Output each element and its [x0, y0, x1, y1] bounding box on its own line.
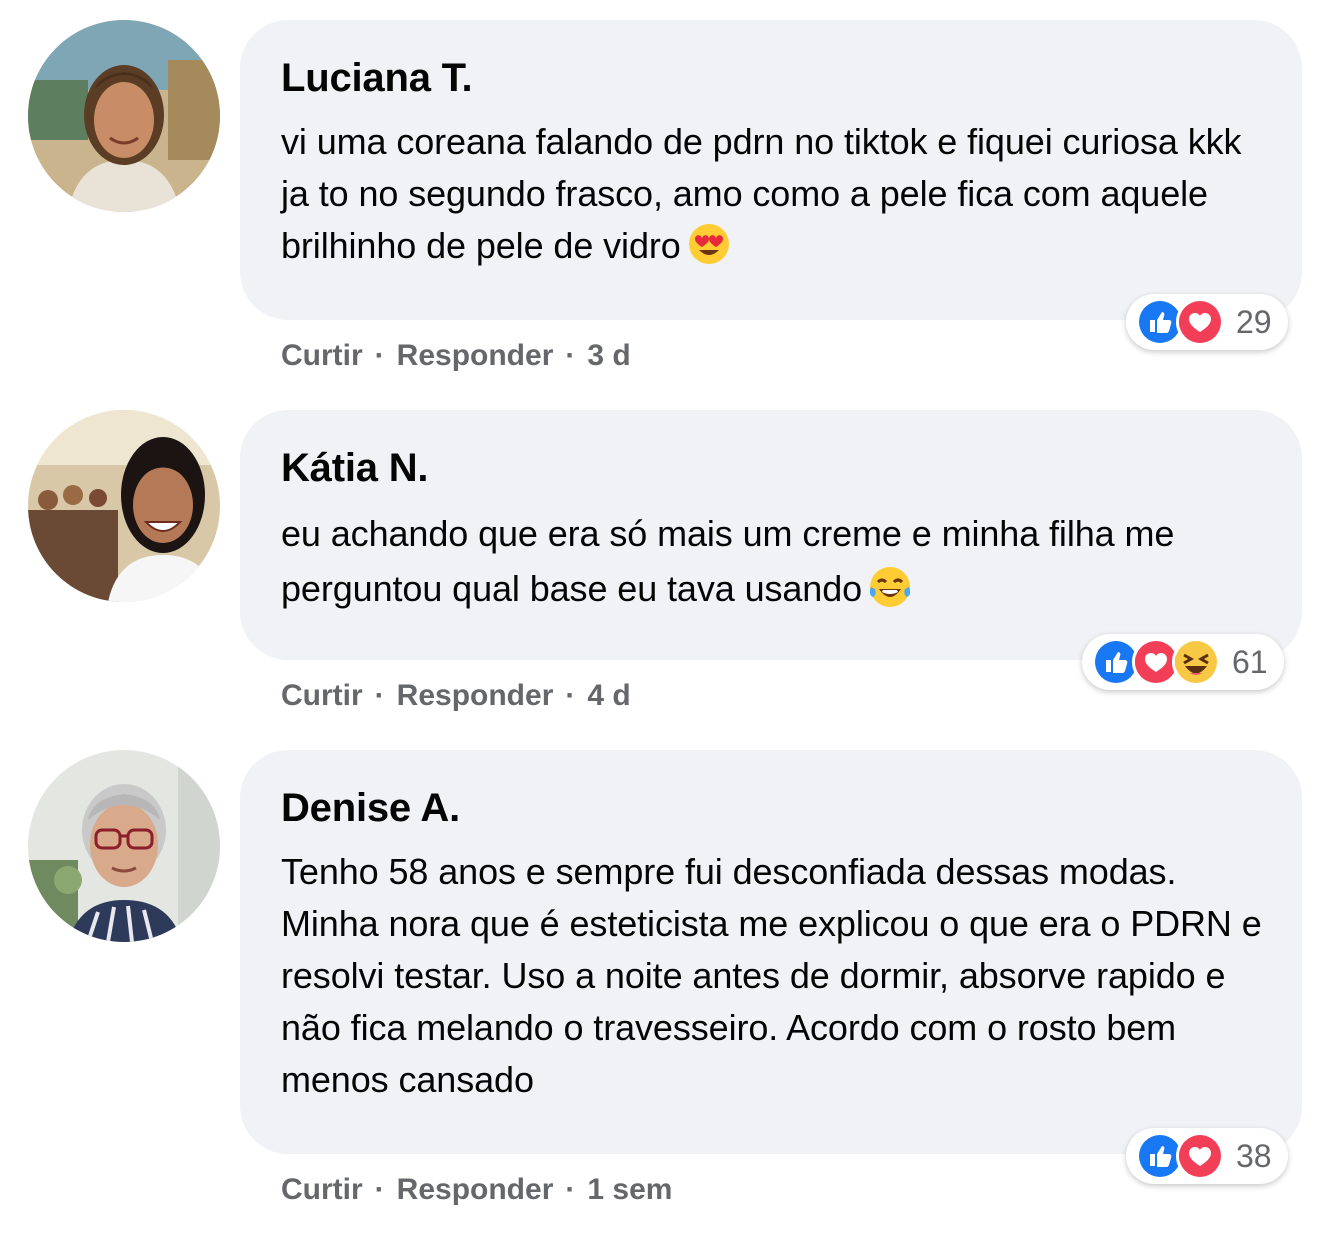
comment-timestamp[interactable]: 4 d: [587, 679, 630, 712]
like-button[interactable]: Curtir: [281, 1173, 363, 1206]
comment-author[interactable]: Denise A.: [281, 784, 1262, 832]
like-button[interactable]: Curtir: [281, 339, 363, 372]
heart-eyes-emoji-icon: [687, 222, 731, 266]
comment-text: Tenho 58 anos e sempre fui desconfiada d…: [281, 851, 1262, 1100]
reply-button[interactable]: Responder: [397, 679, 554, 712]
separator-dot: ·: [374, 679, 385, 712]
reaction-summary[interactable]: 61: [1082, 634, 1284, 690]
reply-button[interactable]: Responder: [397, 339, 554, 372]
comment-bubble: Kátia N. eu achando que era só mais um c…: [240, 410, 1302, 660]
comment-bubble: Denise A. Tenho 58 anos e sempre fui des…: [240, 750, 1302, 1154]
comment-text: vi uma coreana falando de pdrn no tiktok…: [281, 121, 1242, 266]
like-button[interactable]: Curtir: [281, 679, 363, 712]
reaction-count: 61: [1232, 644, 1268, 680]
reaction-summary[interactable]: 38: [1126, 1128, 1288, 1184]
comment-author[interactable]: Kátia N.: [281, 444, 1262, 492]
separator-dot: ·: [374, 1173, 385, 1206]
comment-author[interactable]: Luciana T.: [281, 54, 1262, 102]
avatar[interactable]: [28, 20, 220, 212]
tears-of-joy-emoji-icon: [868, 565, 912, 609]
separator-dot: ·: [565, 1173, 576, 1206]
avatar[interactable]: [28, 750, 220, 942]
comment-actions: Curtir · Responder · 3 d: [281, 336, 631, 376]
reaction-count: 38: [1236, 1138, 1272, 1174]
comment-timestamp[interactable]: 3 d: [587, 339, 630, 372]
love-reaction-icon: [1176, 1132, 1224, 1180]
comment-actions: Curtir · Responder · 4 d: [281, 676, 631, 716]
haha-reaction-icon: [1172, 638, 1220, 686]
separator-dot: ·: [374, 339, 385, 372]
reaction-summary[interactable]: 29: [1126, 294, 1288, 350]
reaction-count: 29: [1236, 304, 1272, 340]
comment-actions: Curtir · Responder · 1 sem: [281, 1170, 672, 1210]
comment-bubble: Luciana T. vi uma coreana falando de pdr…: [240, 20, 1302, 320]
reply-button[interactable]: Responder: [397, 1173, 554, 1206]
avatar[interactable]: [28, 410, 220, 602]
separator-dot: ·: [565, 679, 576, 712]
comment-text: eu achando que era só mais um creme e mi…: [281, 513, 1175, 609]
love-reaction-icon: [1176, 298, 1224, 346]
separator-dot: ·: [565, 339, 576, 372]
comment-timestamp[interactable]: 1 sem: [587, 1173, 672, 1206]
